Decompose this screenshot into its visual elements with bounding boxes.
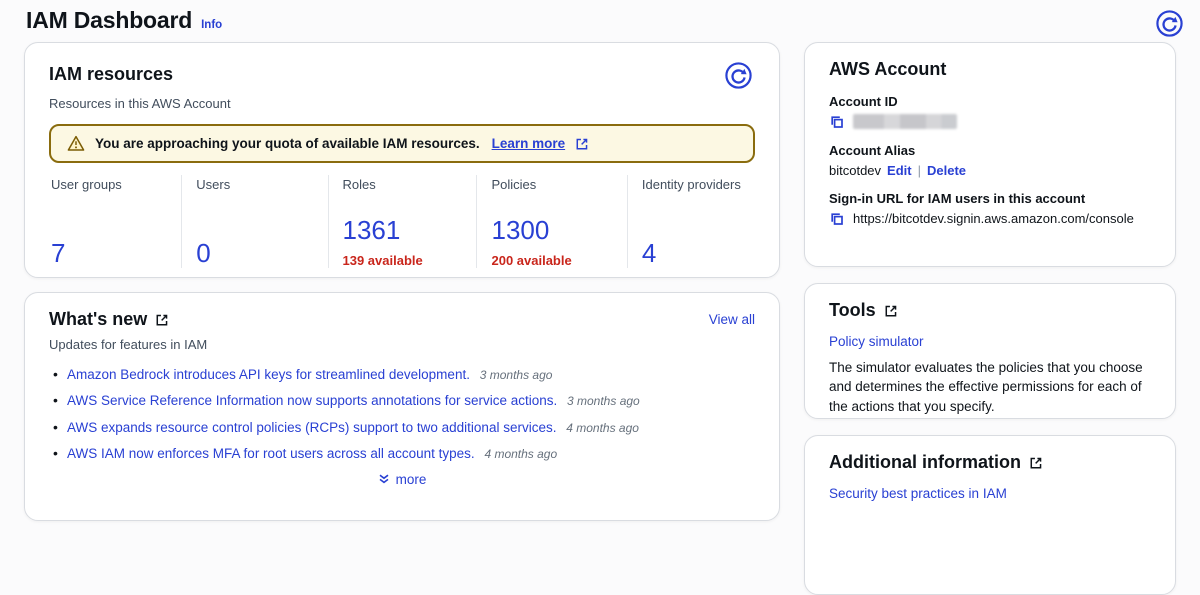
additional-information-card: Additional information Security best pra… [804,435,1176,595]
iam-resources-card: IAM resources Resources in this AWS Acco… [24,42,780,278]
news-item: Amazon Bedrock introduces API keys for s… [49,366,755,384]
news-list: Amazon Bedrock introduces API keys for s… [49,366,755,463]
signin-url-label: Sign-in URL for IAM users in this accoun… [829,191,1151,206]
tools-title-text: Tools [829,300,876,322]
left-column: IAM resources Resources in this AWS Acco… [24,42,780,595]
additional-information-title-text: Additional information [829,452,1021,474]
signin-url-value: https://bitcotdev.signin.aws.amazon.com/… [853,211,1134,226]
learn-more-link[interactable]: Learn more [492,136,566,151]
account-alias-label: Account Alias [829,143,1151,158]
news-item: AWS expands resource control policies (R… [49,419,755,437]
account-alias-value: bitcotdev [829,163,881,178]
alias-edit-link[interactable]: Edit [887,163,912,178]
tools-card: Tools Policy simulator The simulator eva… [804,283,1176,419]
refresh-icon [724,61,753,90]
iam-resources-refresh-button[interactable] [724,61,753,90]
whats-new-card: What's new View all Updates for features… [24,292,780,521]
news-item: AWS IAM now enforces MFA for root users … [49,445,755,463]
page-refresh-button[interactable] [1155,9,1184,38]
external-link-icon [1029,456,1043,470]
news-age: 4 months ago [484,447,557,461]
stat-value-link[interactable]: 4 [642,239,656,268]
alias-delete-link[interactable]: Delete [927,163,966,178]
stat-available: 139 available [343,253,477,268]
stat-value-link[interactable]: 1300 [491,216,549,245]
main-content: IAM resources Resources in this AWS Acco… [0,40,1200,595]
external-link-icon [884,304,898,318]
aws-account-title: AWS Account [829,59,1151,81]
stat-label: Roles [343,177,477,192]
account-id-field: Account ID [829,94,1151,130]
more-link[interactable]: more [378,472,427,487]
quota-warning-text: You are approaching your quota of availa… [95,136,480,151]
copy-icon[interactable] [829,114,845,130]
external-link-icon [155,313,169,327]
redacted-account-id [853,114,957,129]
iam-resources-title: IAM resources [49,64,173,86]
stat-user-groups: User groups 7 [49,175,181,268]
whats-new-title-text: What's new [49,309,147,331]
view-all-link[interactable]: View all [709,312,755,327]
policy-simulator-link[interactable]: Policy simulator [829,334,924,349]
tools-description: The simulator evaluates the policies tha… [829,358,1151,417]
stat-users: Users 0 [181,175,327,268]
external-link-icon [575,137,589,151]
stat-identity-providers: Identity providers 4 [627,175,755,268]
more-row: more [49,472,755,491]
aws-account-card: AWS Account Account ID Account Alias bit… [804,42,1176,267]
tools-title: Tools [829,300,1151,322]
alias-separator: | [918,163,921,178]
double-chevron-down-icon [378,473,390,485]
whats-new-subtitle: Updates for features in IAM [49,337,755,352]
page-title-wrap: IAM Dashboard Info [26,7,222,34]
iam-resources-header: IAM resources [49,59,755,90]
warning-icon [67,135,85,152]
whats-new-title: What's new [49,309,169,331]
stat-label: Users [196,177,327,192]
stat-value-link[interactable]: 1361 [343,216,401,245]
news-age: 3 months ago [567,394,640,408]
news-link[interactable]: AWS Service Reference Information now su… [67,393,557,408]
news-link[interactable]: AWS IAM now enforces MFA for root users … [67,446,475,461]
whats-new-header: What's new View all [49,309,755,331]
stat-policies: Policies 1300 200 available [476,175,626,268]
stat-roles: Roles 1361 139 available [328,175,477,268]
account-alias-field: Account Alias bitcotdev Edit | Delete [829,143,1151,178]
news-age: 3 months ago [480,368,553,382]
stat-value-link[interactable]: 0 [196,239,210,268]
security-best-practices-link[interactable]: Security best practices in IAM [829,486,1007,501]
stat-label: Policies [491,177,626,192]
copy-icon[interactable] [829,211,845,227]
account-id-label: Account ID [829,94,1151,109]
news-link[interactable]: Amazon Bedrock introduces API keys for s… [67,367,470,382]
page-header: IAM Dashboard Info [0,0,1200,40]
page-title: IAM Dashboard [26,7,192,34]
stat-value-link[interactable]: 7 [51,239,65,268]
more-label: more [396,472,427,487]
refresh-icon [1155,9,1184,38]
news-age: 4 months ago [566,421,639,435]
news-item: AWS Service Reference Information now su… [49,392,755,410]
news-link[interactable]: AWS expands resource control policies (R… [67,420,556,435]
iam-resources-stats: User groups 7 Users 0 Roles [49,175,755,268]
right-column: AWS Account Account ID Account Alias bit… [804,42,1176,595]
stat-label: User groups [51,177,181,192]
stat-label: Identity providers [642,177,755,192]
additional-information-title: Additional information [829,452,1151,474]
stat-available: 200 available [491,253,626,268]
quota-warning-banner: You are approaching your quota of availa… [49,124,755,163]
info-link[interactable]: Info [201,19,222,31]
iam-resources-subtitle: Resources in this AWS Account [49,96,755,111]
signin-url-field: Sign-in URL for IAM users in this accoun… [829,191,1151,227]
